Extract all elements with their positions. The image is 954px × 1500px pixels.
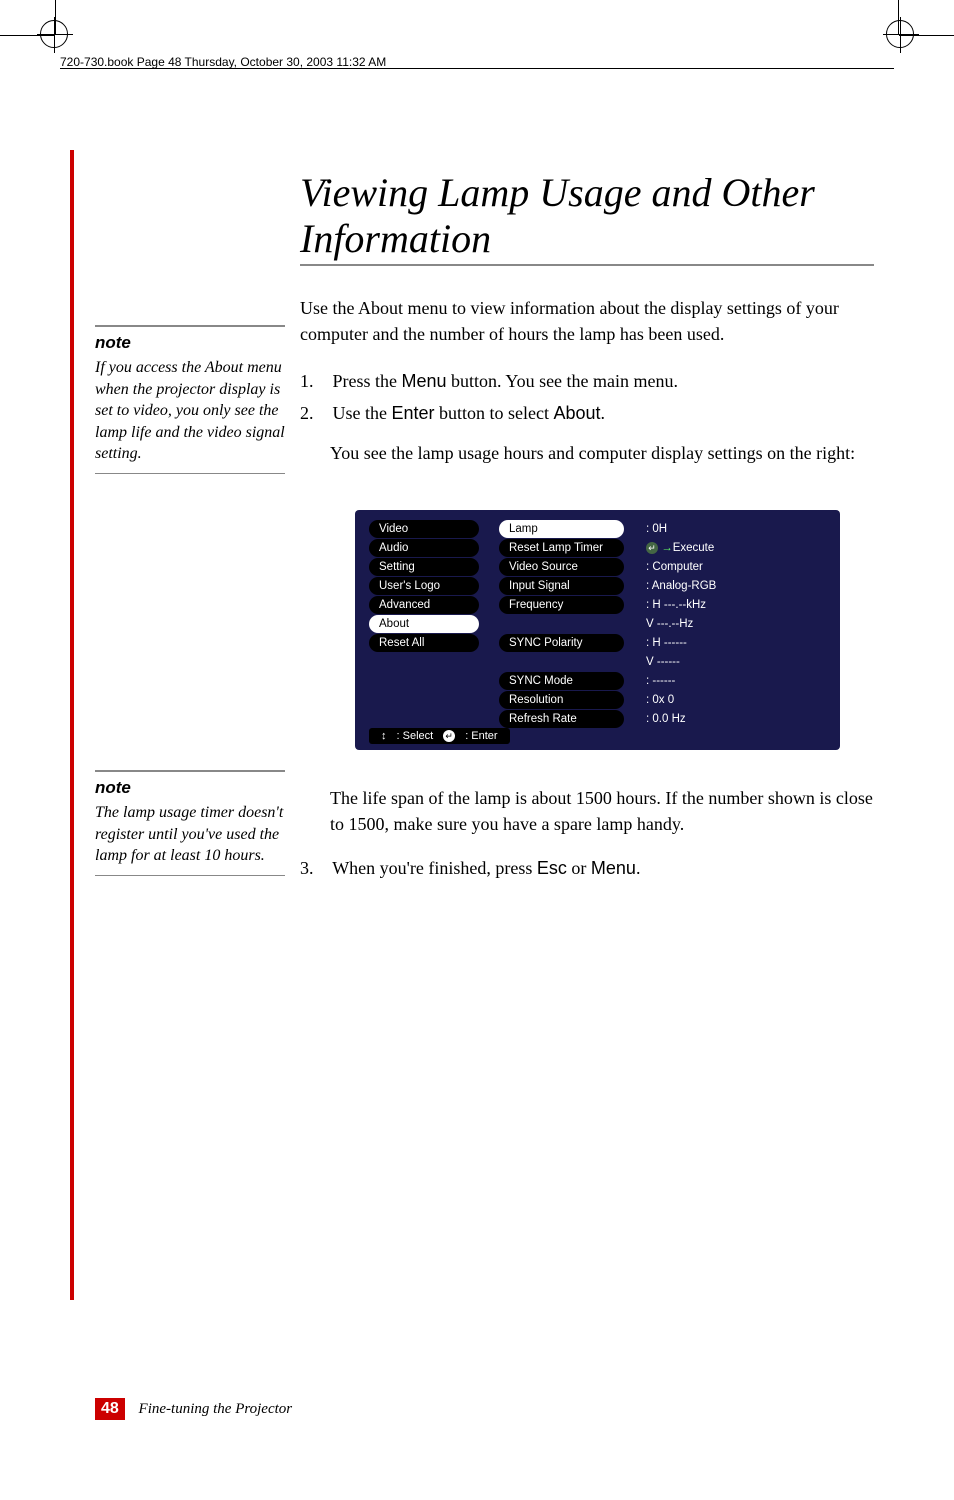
step-text: .: [601, 403, 606, 423]
osd-label: [499, 615, 624, 633]
osd-label: SYNC Mode: [499, 672, 624, 690]
note-heading: note: [95, 333, 285, 353]
after-osd-paragraph: The life span of the lamp is about 1500 …: [330, 785, 874, 837]
osd-label: [499, 653, 624, 671]
ui-label: Menu: [591, 858, 636, 878]
osd-value: V ------: [646, 653, 826, 671]
step-2: 2. Use the Enter button to select About.: [300, 400, 874, 426]
osd-value: : Computer: [646, 558, 826, 576]
osd-label: Frequency: [499, 596, 624, 614]
osd-item-selected: About: [369, 615, 479, 633]
osd-value: : 0.0 Hz: [646, 710, 826, 728]
osd-value: : 0x 0: [646, 691, 826, 709]
osd-value: : H ---.--kHz: [646, 596, 826, 614]
osd-value-text: Execute: [673, 542, 715, 554]
osd-label: Video Source: [499, 558, 624, 576]
header-rule: [60, 68, 894, 69]
osd-value: ↵ →Execute: [646, 539, 826, 557]
osd-value: : Analog-RGB: [646, 577, 826, 595]
note-rule: [95, 473, 285, 474]
execute-arrow: →: [661, 542, 673, 554]
step-text: button to select: [435, 403, 554, 423]
osd-left-column: Video Audio Setting User's Logo Advanced…: [369, 520, 479, 728]
note-rule: [95, 325, 285, 327]
page-number: 48: [95, 1398, 125, 1420]
osd-right-column: : 0H ↵ →Execute : Computer : Analog-RGB …: [644, 520, 826, 728]
step-text: When you're finished, press: [332, 858, 537, 878]
osd-value: V ---.--Hz: [646, 615, 826, 633]
osd-item: Video: [369, 520, 479, 538]
footer-section: Fine-tuning the Projector: [139, 1401, 293, 1417]
step-text: .: [636, 858, 641, 878]
registration-mark: [40, 20, 68, 48]
note-body: The lamp usage timer doesn't register un…: [95, 802, 285, 867]
step-number: 1.: [300, 368, 328, 394]
note-body: If you access the About menu when the pr…: [95, 357, 285, 465]
osd-footer-select: : Select: [397, 730, 434, 742]
note-heading: note: [95, 778, 285, 798]
osd-footer: : Select ↵ : Enter: [369, 728, 510, 744]
osd-item: User's Logo: [369, 577, 479, 595]
step-text: button. You see the main menu.: [447, 371, 679, 391]
note-rule: [95, 875, 285, 876]
step-number: 2.: [300, 400, 328, 426]
registration-mark: [886, 20, 914, 48]
ui-label: Menu: [402, 371, 447, 391]
step-3: 3. When you're finished, press Esc or Me…: [300, 855, 874, 881]
enter-icon: ↵: [443, 730, 455, 742]
osd-label: SYNC Polarity: [499, 634, 624, 652]
osd-menu: Video Audio Setting User's Logo Advanced…: [355, 510, 840, 750]
section-title: Viewing Lamp Usage and Other Information: [300, 170, 874, 266]
osd-label: Lamp: [499, 520, 624, 538]
margin-red-bar: [70, 150, 74, 1300]
osd-value: : H ------: [646, 634, 826, 652]
osd-label: Reset Lamp Timer: [499, 539, 624, 557]
note-rule: [95, 770, 285, 772]
intro-paragraph: Use the About menu to view information a…: [300, 295, 874, 347]
osd-item: Setting: [369, 558, 479, 576]
ui-label: Esc: [537, 858, 567, 878]
step-1: 1. Press the Menu button. You see the ma…: [300, 368, 874, 394]
osd-label: Input Signal: [499, 577, 624, 595]
ui-label: Enter: [391, 403, 434, 423]
osd-value: : ------: [646, 672, 826, 690]
ui-label: About: [554, 403, 601, 423]
osd-label: Resolution: [499, 691, 624, 709]
page-footer: 48 Fine-tuning the Projector: [95, 1398, 292, 1420]
step-number: 3.: [300, 855, 328, 881]
osd-item: Reset All: [369, 634, 479, 652]
osd-item: Advanced: [369, 596, 479, 614]
step-text: Use the: [333, 403, 392, 423]
step-text: or: [567, 858, 591, 878]
updown-icon: [381, 730, 387, 742]
osd-label: Refresh Rate: [499, 710, 624, 728]
osd-item: Audio: [369, 539, 479, 557]
margin-note-2: note The lamp usage timer doesn't regist…: [95, 770, 285, 876]
osd-value: : 0H: [646, 520, 826, 538]
osd-middle-column: Lamp Reset Lamp Timer Video Source Input…: [499, 520, 624, 728]
enter-icon: ↵: [646, 542, 658, 554]
margin-note-1: note If you access the About menu when t…: [95, 325, 285, 474]
header-running-line: 720-730.book Page 48 Thursday, October 3…: [60, 55, 386, 69]
step-text: Press the: [333, 371, 402, 391]
osd-footer-enter: : Enter: [465, 730, 497, 742]
step-2-sub: You see the lamp usage hours and compute…: [330, 440, 874, 466]
